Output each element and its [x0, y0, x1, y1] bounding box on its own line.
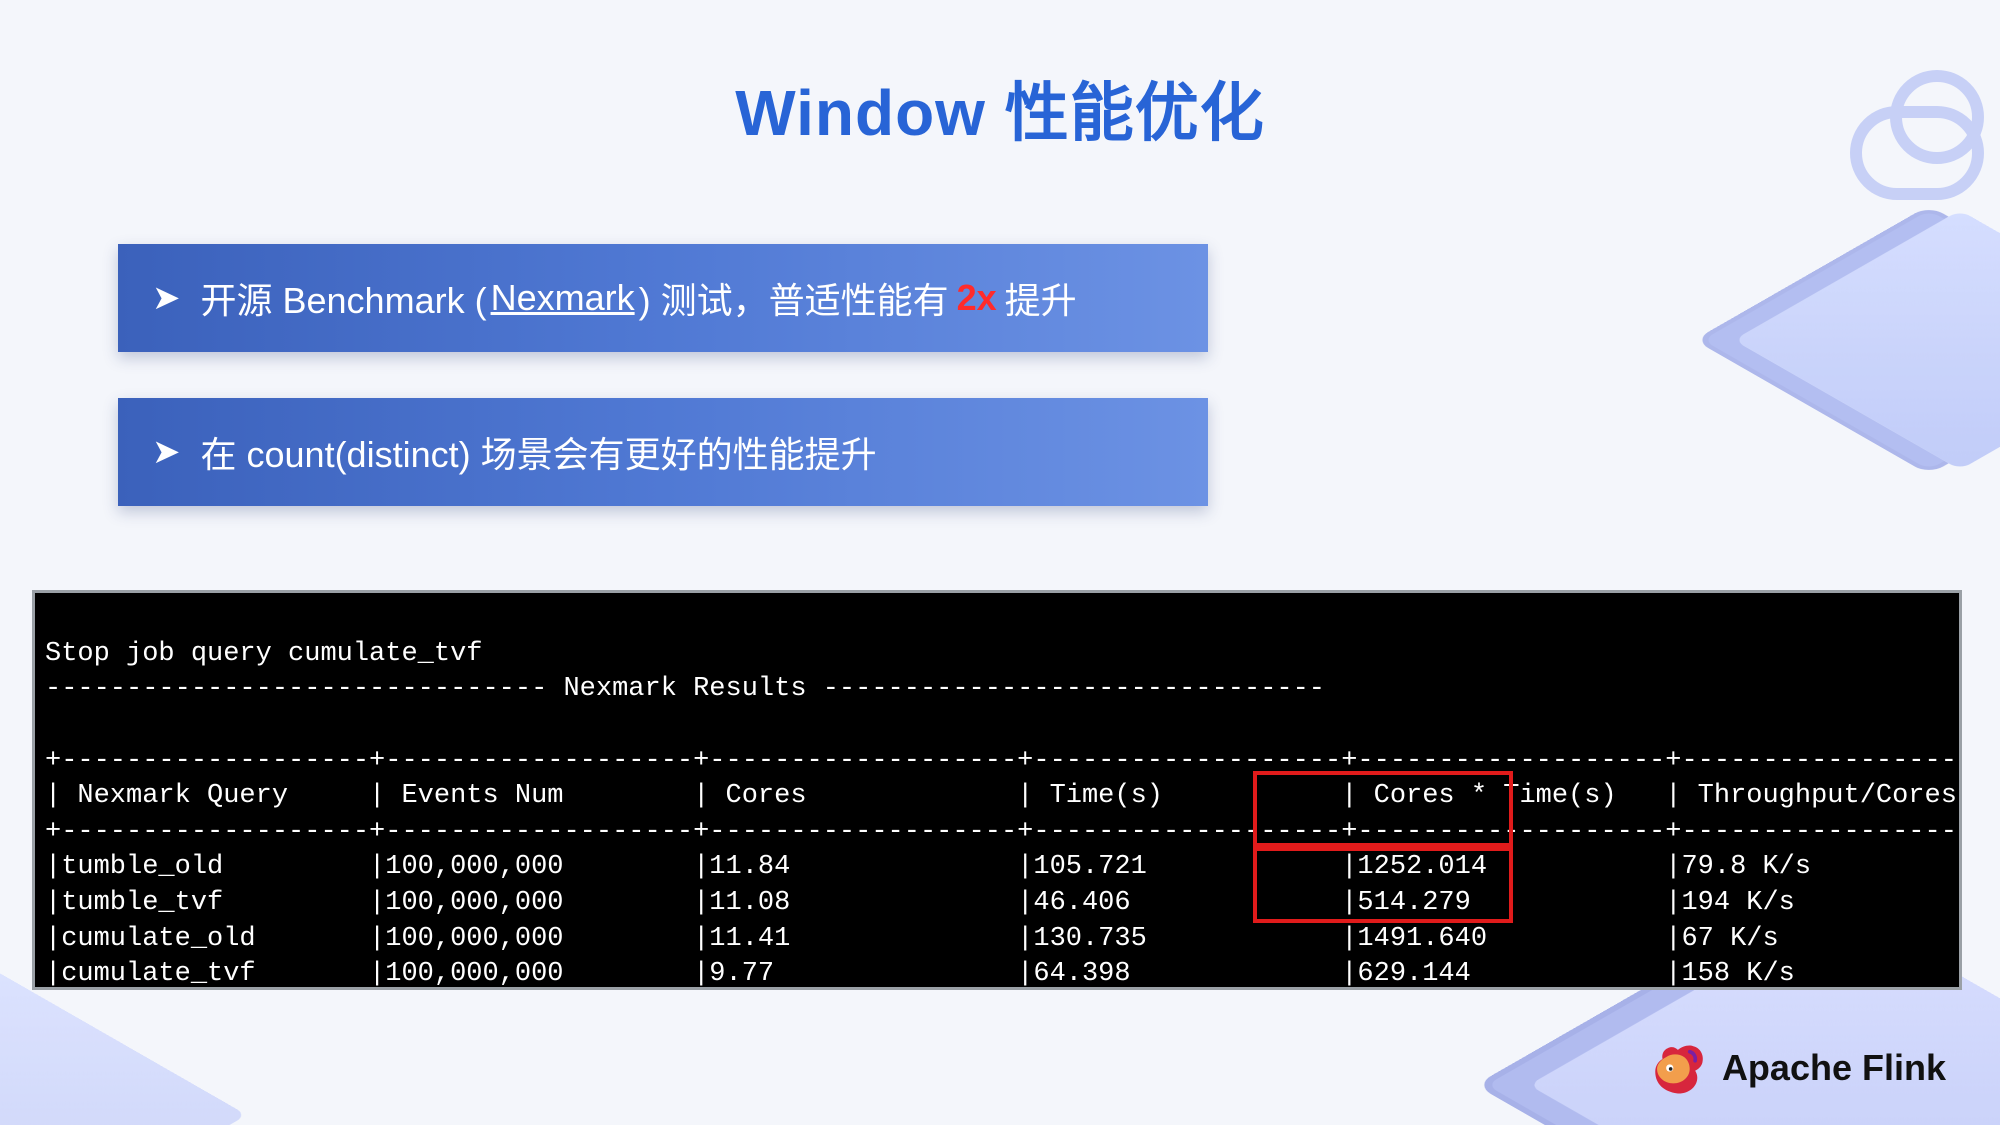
- bg-decor-right-top: [1734, 210, 2000, 470]
- footer-logo: Apache Flink: [1648, 1039, 1946, 1097]
- bullet1-post: 提升: [1005, 272, 1077, 324]
- bullet-benchmark: ➤ 开源 Benchmark ( Nexmark ) 测试，普适性能有 2x 提…: [118, 244, 1208, 352]
- terminal-output: Stop job query cumulate_tvf ------------…: [32, 590, 1962, 990]
- footer-text: Apache Flink: [1722, 1047, 1946, 1089]
- bullet1-highlight: 2x: [957, 277, 997, 319]
- nexmark-link[interactable]: Nexmark: [491, 277, 635, 319]
- page-title: Window 性能优化: [0, 62, 2000, 154]
- bullet1-pre: 开源 Benchmark (: [201, 272, 487, 324]
- bullet-count-distinct: ➤ 在 count(distinct) 场景会有更好的性能提升: [118, 398, 1208, 506]
- table-row: |tumble_tvf |100,000,000 |11.08 |46.406 …: [45, 888, 1962, 918]
- table-row: |cumulate_old |100,000,000 |11.41 |130.7…: [45, 924, 1962, 954]
- flink-squirrel-icon: [1648, 1039, 1706, 1097]
- terminal-sep-top: +-------------------+-------------------…: [45, 746, 1962, 776]
- terminal-header: | Nexmark Query | Events Num | Cores | T…: [45, 781, 1962, 811]
- terminal-line-stop: Stop job query cumulate_tvf: [45, 639, 482, 669]
- terminal-line-banner: ------------------------------- Nexmark …: [45, 674, 1325, 704]
- chevron-right-icon: ➤: [152, 435, 181, 469]
- terminal-sep-mid: +-------------------+-------------------…: [45, 817, 1962, 847]
- chevron-right-icon: ➤: [152, 281, 181, 315]
- table-row: |cumulate_tvf |100,000,000 |9.77 |64.398…: [45, 959, 1962, 989]
- bullet2-text: 在 count(distinct) 场景会有更好的性能提升: [201, 426, 877, 478]
- table-row: |tumble_old |100,000,000 |11.84 |105.721…: [45, 852, 1962, 882]
- bullet1-mid: ) 测试，普适性能有: [639, 272, 949, 324]
- highlight-box-2: [1253, 843, 1513, 923]
- highlight-box-1: [1253, 771, 1513, 851]
